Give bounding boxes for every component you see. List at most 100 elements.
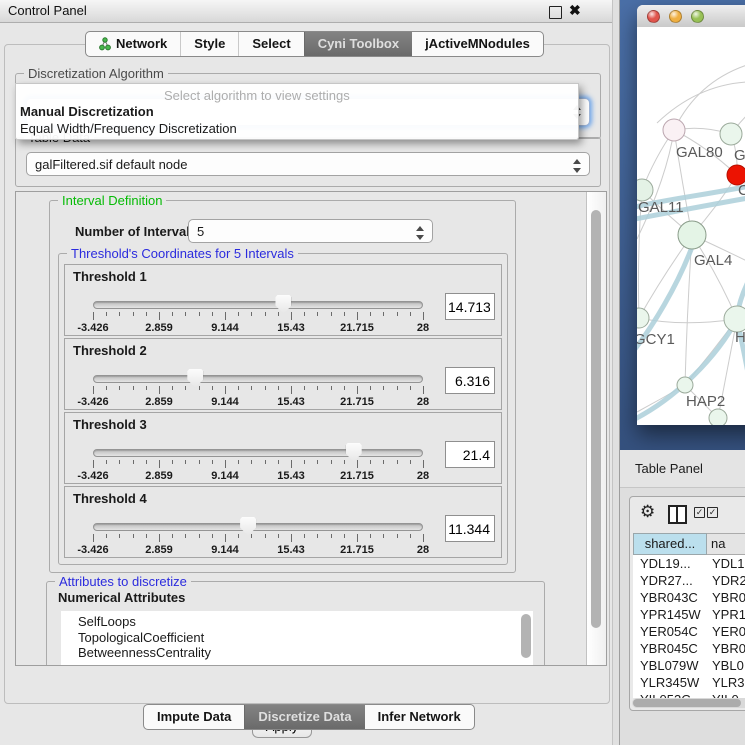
slider-tick bbox=[291, 534, 292, 542]
tab-discretize-data[interactable]: Discretize Data bbox=[244, 705, 364, 729]
slider-tick-labels: -3.4262.8599.14415.4321.71528 bbox=[93, 544, 423, 555]
attributes-list-scrollbar[interactable] bbox=[521, 614, 531, 658]
desktop-background: GAL80GCGAL11GAL4GCY1HHAP2 bbox=[620, 0, 745, 450]
tab-select[interactable]: Select bbox=[238, 32, 303, 56]
slider-track[interactable] bbox=[93, 523, 423, 531]
table-row[interactable]: YBR043C YBR0 bbox=[633, 589, 745, 606]
node-bottom[interactable] bbox=[709, 409, 727, 425]
scrollbar-thumb[interactable] bbox=[591, 210, 601, 628]
table-row[interactable]: YDR27... YDR2 bbox=[633, 572, 745, 589]
dropdown-option-equal-width[interactable]: Equal Width/Frequency Discretization bbox=[16, 120, 578, 137]
threshold-value-input[interactable] bbox=[445, 367, 495, 394]
slider-tick-label: 21.715 bbox=[340, 396, 374, 408]
threshold-value-input[interactable] bbox=[445, 293, 495, 320]
slider-track[interactable] bbox=[93, 449, 423, 457]
float-window-icon[interactable] bbox=[549, 6, 562, 19]
network-canvas[interactable]: GAL80GCGAL11GAL4GCY1HHAP2 bbox=[637, 27, 745, 425]
tab-infer-network[interactable]: Infer Network bbox=[365, 705, 474, 729]
combobox-stepper-icon[interactable] bbox=[572, 157, 582, 175]
cell-name: YLR3 bbox=[707, 674, 745, 691]
dropdown-option-manual[interactable]: Manual Discretization bbox=[16, 103, 578, 120]
node-gal4[interactable] bbox=[678, 221, 706, 249]
slider-tick bbox=[199, 460, 200, 464]
slider-tick bbox=[133, 460, 134, 464]
checkbox-icon[interactable]: ✓ bbox=[694, 507, 705, 518]
attribute-item[interactable]: BetweennessCentrality bbox=[78, 645, 533, 661]
slider-tick bbox=[331, 312, 332, 316]
slider-tick bbox=[278, 312, 279, 316]
vertical-scrollbar[interactable] bbox=[586, 192, 606, 665]
table-panel-title: Table Panel bbox=[635, 461, 703, 476]
zoom-traffic-light-icon[interactable] bbox=[691, 10, 704, 23]
cyni-toolbox-panel: Discretization Algorithm Select algorith… bbox=[4, 44, 610, 704]
slider-tick-label: 2.859 bbox=[145, 544, 173, 556]
gear-icon[interactable]: ⚙ bbox=[640, 502, 655, 522]
column-header-shared-name[interactable]: shared... bbox=[633, 533, 707, 555]
slider-tick-labels: -3.4262.8599.14415.4321.71528 bbox=[93, 396, 423, 407]
application-window: Control Panel ✖ Network Style Select Cyn… bbox=[0, 0, 745, 745]
node-top-right[interactable] bbox=[720, 123, 742, 145]
node-gal11[interactable] bbox=[637, 179, 653, 201]
combobox-stepper-icon[interactable] bbox=[415, 224, 425, 242]
table-data-combobox[interactable]: galFiltered.sif default node bbox=[26, 152, 590, 176]
node-gcy1[interactable] bbox=[637, 308, 649, 328]
slider-tick bbox=[251, 386, 252, 390]
table-row[interactable]: YBL079W YBL0 bbox=[633, 657, 745, 674]
column-header-name[interactable]: na bbox=[707, 533, 745, 555]
table-row[interactable]: YLR345W YLR3 bbox=[633, 674, 745, 691]
checkbox-icon[interactable]: ✓ bbox=[707, 507, 718, 518]
table-row[interactable]: YDL19... YDL1 bbox=[633, 555, 745, 572]
threshold-label: Threshold 2 bbox=[73, 343, 147, 358]
table-row[interactable]: YBR045C YBR0 bbox=[633, 640, 745, 657]
columns-icon[interactable] bbox=[668, 505, 687, 524]
slider-tick bbox=[146, 386, 147, 390]
slider-tick-label: 21.715 bbox=[340, 322, 374, 334]
slider-tick-label: 15.43 bbox=[277, 396, 305, 408]
table-row[interactable]: YPR145W YPR1 bbox=[633, 606, 745, 623]
slider-track[interactable] bbox=[93, 301, 423, 309]
network-edge[interactable] bbox=[674, 65, 745, 130]
node-gal80[interactable] bbox=[663, 119, 685, 141]
panel-splitter[interactable] bbox=[612, 0, 620, 745]
tab-cyni-toolbox[interactable]: Cyni Toolbox bbox=[304, 32, 412, 56]
tab-impute-data[interactable]: Impute Data bbox=[144, 705, 244, 729]
node-hap2[interactable] bbox=[677, 377, 693, 393]
slider-tick bbox=[357, 386, 358, 394]
slider-tick bbox=[265, 534, 266, 538]
close-icon[interactable]: ✖ bbox=[569, 2, 581, 19]
num-intervals-combobox[interactable]: 5 bbox=[188, 219, 433, 243]
threshold-value-input[interactable] bbox=[445, 441, 495, 468]
minimize-traffic-light-icon[interactable] bbox=[669, 10, 682, 23]
threshold-value-input[interactable] bbox=[445, 515, 495, 542]
slider-tick bbox=[199, 534, 200, 538]
attribute-item[interactable]: TopologicalCoefficient bbox=[78, 630, 533, 646]
tab-network[interactable]: Network bbox=[86, 32, 180, 56]
slider-track[interactable] bbox=[93, 375, 423, 383]
node-table: shared... na YDL19... YDL1YDR27... YDR2Y… bbox=[633, 533, 745, 698]
cell-name: YDL1 bbox=[707, 555, 745, 572]
table-row[interactable]: YER054C YER0 bbox=[633, 623, 745, 640]
table-row[interactable]: YIL052C YIL0 bbox=[633, 691, 745, 698]
slider-tick-label: 28 bbox=[417, 544, 429, 556]
slider-tick bbox=[304, 460, 305, 464]
tab-style[interactable]: Style bbox=[180, 32, 238, 56]
cell-shared-name: YER054C bbox=[633, 623, 707, 640]
slider-tick bbox=[106, 312, 107, 316]
slider-tick bbox=[304, 312, 305, 316]
attributes-list: SelfLoopsTopologicalCoefficientBetweenne… bbox=[61, 611, 533, 666]
network-edge[interactable] bbox=[657, 82, 745, 123]
group-title: Threshold's Coordinates for 5 Intervals bbox=[67, 246, 298, 261]
top-tabbar: Network Style Select Cyni Toolbox jActiv… bbox=[85, 31, 544, 57]
slider-tick bbox=[185, 386, 186, 390]
threshold-panel: Threshold 4 -3.4262.8599.14415.4321.7152… bbox=[64, 486, 502, 558]
cell-name: YBR0 bbox=[707, 640, 745, 657]
slider-tick bbox=[133, 386, 134, 390]
scrollbar-thumb[interactable] bbox=[633, 699, 741, 707]
close-traffic-light-icon[interactable] bbox=[647, 10, 660, 23]
tab-jactivemnodules[interactable]: jActiveMNodules bbox=[412, 32, 543, 56]
attribute-item[interactable]: SelfLoops bbox=[78, 614, 533, 630]
numerical-attributes-label: Numerical Attributes bbox=[58, 590, 185, 605]
cell-shared-name: YDL19... bbox=[633, 555, 707, 572]
slider-tick bbox=[172, 460, 173, 464]
horizontal-scrollbar[interactable] bbox=[632, 698, 745, 708]
